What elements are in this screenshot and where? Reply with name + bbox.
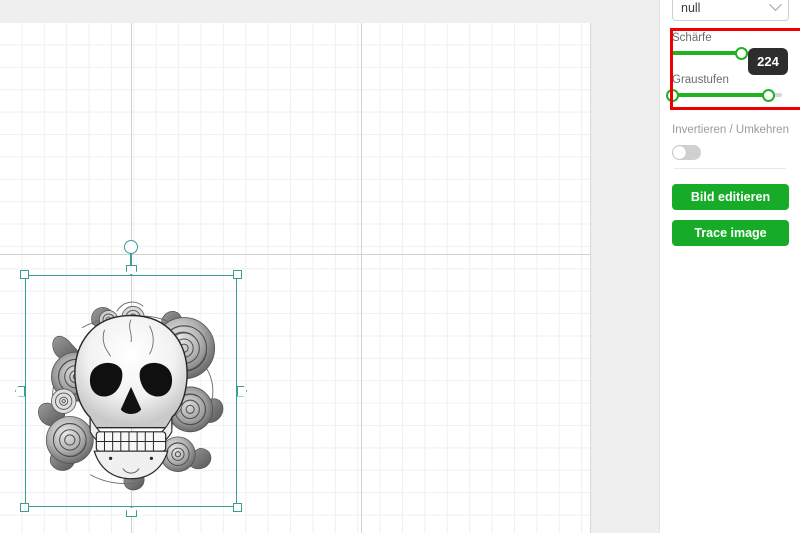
sidebar-divider [674, 168, 786, 169]
invert-toggle-knob [673, 146, 686, 159]
sharpness-slider-thumb[interactable] [734, 46, 748, 60]
preset-select[interactable]: null [672, 0, 789, 21]
workspace [0, 0, 659, 533]
design-canvas[interactable] [0, 23, 591, 533]
trace-image-button[interactable]: Trace image [672, 220, 789, 246]
grayscale-label: Graustufen [672, 74, 729, 86]
invert-toggle[interactable] [672, 145, 701, 160]
sharpness-slider-fill [672, 51, 742, 55]
resize-handle-bottom-left[interactable] [20, 503, 29, 512]
app-root: null Schärfe Graustufen Invertieren / Um… [0, 0, 800, 533]
sharpness-value-badge: 224 [748, 48, 788, 75]
invert-label: Invertieren / Umkehren [672, 124, 789, 136]
workspace-topbar [0, 0, 659, 23]
grayscale-slider-group: Graustufen [665, 74, 789, 102]
properties-sidebar: null Schärfe Graustufen Invertieren / Um… [659, 0, 800, 533]
grayscale-slider-track[interactable] [665, 88, 782, 102]
grayscale-slider-thumb-min[interactable] [665, 88, 679, 102]
resize-handle-top-left[interactable] [20, 270, 29, 279]
canvas-major-gridline-vertical [361, 23, 362, 533]
resize-handle-bottom-right[interactable] [233, 503, 242, 512]
rotate-handle[interactable] [124, 240, 138, 254]
chevron-down-icon [769, 0, 782, 12]
canvas-major-gridline-horizontal [0, 254, 590, 255]
grayscale-slider-fill [672, 93, 769, 97]
selection-bounding-box [25, 275, 237, 507]
grayscale-slider-thumb-max[interactable] [762, 88, 776, 102]
preset-select-value: null [681, 0, 701, 15]
edit-image-button[interactable]: Bild editieren [672, 184, 789, 210]
sharpness-label: Schärfe [672, 32, 712, 44]
selection-group[interactable] [15, 240, 247, 517]
invert-row: Invertieren / Umkehren [672, 124, 789, 160]
resize-handle-top-right[interactable] [233, 270, 242, 279]
